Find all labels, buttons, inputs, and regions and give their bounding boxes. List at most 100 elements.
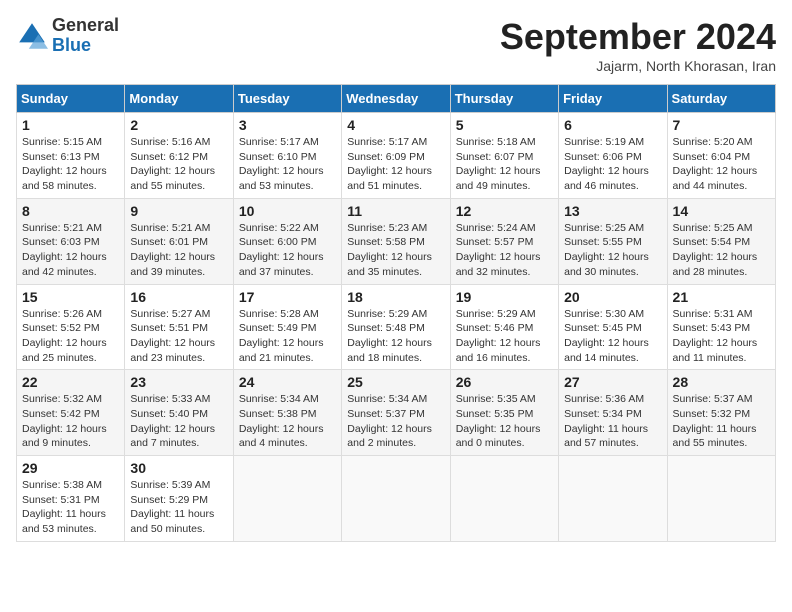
day-info: Sunrise: 5:36 AM Sunset: 5:34 PM Dayligh… (564, 392, 661, 451)
calendar-cell-w2-d3: 18 Sunrise: 5:29 AM Sunset: 5:48 PM Dayli… (342, 284, 450, 370)
day-info: Sunrise: 5:20 AM Sunset: 6:04 PM Dayligh… (673, 135, 770, 194)
day-number: 20 (564, 289, 661, 305)
calendar-cell-w2-d1: 16 Sunrise: 5:27 AM Sunset: 5:51 PM Dayli… (125, 284, 233, 370)
calendar-table: Sunday Monday Tuesday Wednesday Thursday… (16, 84, 776, 542)
day-number: 5 (456, 117, 553, 133)
day-number: 12 (456, 203, 553, 219)
day-number: 10 (239, 203, 336, 219)
calendar-cell-w2-d4: 19Sunrise: 5:29 AM Sunset: 5:46 PM Dayli… (450, 284, 558, 370)
day-number: 6 (564, 117, 661, 133)
day-info: Sunrise: 5:26 AM Sunset: 5:52 PM Dayligh… (22, 307, 119, 366)
calendar-cell-w3-d4: 26 Sunrise: 5:35 AM Sunset: 5:35 PM Dayli… (450, 370, 558, 456)
calendar-cell-w0-d0: 1 Sunrise: 5:15 AM Sunset: 6:13 PM Daylig… (17, 113, 125, 199)
week-row-2: 15 Sunrise: 5:26 AM Sunset: 5:52 PM Dayli… (17, 284, 776, 370)
day-number: 11 (347, 203, 444, 219)
calendar-cell-w1-d4: 12Sunrise: 5:24 AM Sunset: 5:57 PM Dayli… (450, 198, 558, 284)
day-info: Sunrise: 5:37 AM Sunset: 5:32 PM Dayligh… (673, 392, 770, 451)
day-number: 18 (347, 289, 444, 305)
day-number: 26 (456, 374, 553, 390)
day-number: 3 (239, 117, 336, 133)
day-info: Sunrise: 5:33 AM Sunset: 5:40 PM Dayligh… (130, 392, 227, 451)
header-tuesday: Tuesday (233, 85, 341, 113)
location-subtitle: Jajarm, North Khorasan, Iran (500, 58, 776, 74)
day-info: Sunrise: 5:16 AM Sunset: 6:12 PM Dayligh… (130, 135, 227, 194)
day-number: 27 (564, 374, 661, 390)
calendar-cell-w0-d6: 7 Sunrise: 5:20 AM Sunset: 6:04 PM Daylig… (667, 113, 775, 199)
calendar-header-row: Sunday Monday Tuesday Wednesday Thursday… (17, 85, 776, 113)
header-thursday: Thursday (450, 85, 558, 113)
day-info: Sunrise: 5:29 AM Sunset: 5:46 PM Dayligh… (456, 307, 553, 366)
calendar-cell-w2-d2: 17 Sunrise: 5:28 AM Sunset: 5:49 PM Dayli… (233, 284, 341, 370)
calendar-cell-w0-d1: 2 Sunrise: 5:16 AM Sunset: 6:12 PM Daylig… (125, 113, 233, 199)
calendar-cell-w1-d1: 9 Sunrise: 5:21 AM Sunset: 6:01 PM Daylig… (125, 198, 233, 284)
calendar-cell-w1-d0: 8Sunrise: 5:21 AM Sunset: 6:03 PM Daylig… (17, 198, 125, 284)
week-row-4: 29Sunrise: 5:38 AM Sunset: 5:31 PM Dayli… (17, 456, 776, 542)
week-row-1: 8Sunrise: 5:21 AM Sunset: 6:03 PM Daylig… (17, 198, 776, 284)
day-number: 9 (130, 203, 227, 219)
calendar-cell-w0-d5: 6 Sunrise: 5:19 AM Sunset: 6:06 PM Daylig… (559, 113, 667, 199)
day-number: 28 (673, 374, 770, 390)
calendar-cell-w3-d2: 24Sunrise: 5:34 AM Sunset: 5:38 PM Dayli… (233, 370, 341, 456)
day-info: Sunrise: 5:25 AM Sunset: 5:54 PM Dayligh… (673, 221, 770, 280)
header-saturday: Saturday (667, 85, 775, 113)
calendar-cell-w3-d1: 23 Sunrise: 5:33 AM Sunset: 5:40 PM Dayli… (125, 370, 233, 456)
calendar-cell-w3-d0: 22Sunrise: 5:32 AM Sunset: 5:42 PM Dayli… (17, 370, 125, 456)
calendar-cell-w4-d3 (342, 456, 450, 542)
day-number: 23 (130, 374, 227, 390)
title-area: September 2024 Jajarm, North Khorasan, I… (500, 16, 776, 74)
header-friday: Friday (559, 85, 667, 113)
calendar-cell-w4-d5 (559, 456, 667, 542)
day-number: 1 (22, 117, 119, 133)
calendar-cell-w4-d6 (667, 456, 775, 542)
day-info: Sunrise: 5:23 AM Sunset: 5:58 PM Dayligh… (347, 221, 444, 280)
calendar-cell-w1-d3: 11 Sunrise: 5:23 AM Sunset: 5:58 PM Dayli… (342, 198, 450, 284)
calendar-cell-w1-d5: 13 Sunrise: 5:25 AM Sunset: 5:55 PM Dayli… (559, 198, 667, 284)
header-wednesday: Wednesday (342, 85, 450, 113)
day-info: Sunrise: 5:29 AM Sunset: 5:48 PM Dayligh… (347, 307, 444, 366)
day-info: Sunrise: 5:18 AM Sunset: 6:07 PM Dayligh… (456, 135, 553, 194)
logo-icon (16, 20, 48, 52)
calendar-cell-w4-d1: 30 Sunrise: 5:39 AM Sunset: 5:29 PM Dayli… (125, 456, 233, 542)
calendar-cell-w1-d2: 10Sunrise: 5:22 AM Sunset: 6:00 PM Dayli… (233, 198, 341, 284)
day-info: Sunrise: 5:19 AM Sunset: 6:06 PM Dayligh… (564, 135, 661, 194)
day-info: Sunrise: 5:31 AM Sunset: 5:43 PM Dayligh… (673, 307, 770, 366)
calendar-cell-w3-d5: 27 Sunrise: 5:36 AM Sunset: 5:34 PM Dayli… (559, 370, 667, 456)
calendar-cell-w4-d0: 29Sunrise: 5:38 AM Sunset: 5:31 PM Dayli… (17, 456, 125, 542)
day-info: Sunrise: 5:28 AM Sunset: 5:49 PM Dayligh… (239, 307, 336, 366)
day-info: Sunrise: 5:27 AM Sunset: 5:51 PM Dayligh… (130, 307, 227, 366)
calendar-cell-w4-d4 (450, 456, 558, 542)
day-info: Sunrise: 5:17 AM Sunset: 6:10 PM Dayligh… (239, 135, 336, 194)
calendar-cell-w3-d3: 25 Sunrise: 5:34 AM Sunset: 5:37 PM Dayli… (342, 370, 450, 456)
header-sunday: Sunday (17, 85, 125, 113)
day-number: 13 (564, 203, 661, 219)
day-number: 14 (673, 203, 770, 219)
day-info: Sunrise: 5:38 AM Sunset: 5:31 PM Dayligh… (22, 478, 119, 537)
day-number: 30 (130, 460, 227, 476)
calendar-cell-w3-d6: 28 Sunrise: 5:37 AM Sunset: 5:32 PM Dayli… (667, 370, 775, 456)
day-info: Sunrise: 5:34 AM Sunset: 5:37 PM Dayligh… (347, 392, 444, 451)
header-monday: Monday (125, 85, 233, 113)
calendar-cell-w2-d5: 20Sunrise: 5:30 AM Sunset: 5:45 PM Dayli… (559, 284, 667, 370)
day-info: Sunrise: 5:17 AM Sunset: 6:09 PM Dayligh… (347, 135, 444, 194)
calendar-cell-w4-d2 (233, 456, 341, 542)
month-title: September 2024 (500, 16, 776, 58)
day-number: 25 (347, 374, 444, 390)
calendar-cell-w0-d4: 5 Sunrise: 5:18 AM Sunset: 6:07 PM Daylig… (450, 113, 558, 199)
day-number: 16 (130, 289, 227, 305)
calendar-cell-w0-d2: 3 Sunrise: 5:17 AM Sunset: 6:10 PM Daylig… (233, 113, 341, 199)
day-info: Sunrise: 5:35 AM Sunset: 5:35 PM Dayligh… (456, 392, 553, 451)
day-number: 17 (239, 289, 336, 305)
week-row-3: 22Sunrise: 5:32 AM Sunset: 5:42 PM Dayli… (17, 370, 776, 456)
header: General Blue September 2024 Jajarm, Nort… (16, 16, 776, 74)
logo: General Blue (16, 16, 119, 56)
day-info: Sunrise: 5:21 AM Sunset: 6:01 PM Dayligh… (130, 221, 227, 280)
day-number: 2 (130, 117, 227, 133)
day-number: 4 (347, 117, 444, 133)
day-info: Sunrise: 5:39 AM Sunset: 5:29 PM Dayligh… (130, 478, 227, 537)
day-number: 15 (22, 289, 119, 305)
week-row-0: 1 Sunrise: 5:15 AM Sunset: 6:13 PM Daylig… (17, 113, 776, 199)
day-info: Sunrise: 5:25 AM Sunset: 5:55 PM Dayligh… (564, 221, 661, 280)
day-info: Sunrise: 5:15 AM Sunset: 6:13 PM Dayligh… (22, 135, 119, 194)
day-info: Sunrise: 5:32 AM Sunset: 5:42 PM Dayligh… (22, 392, 119, 451)
day-number: 7 (673, 117, 770, 133)
